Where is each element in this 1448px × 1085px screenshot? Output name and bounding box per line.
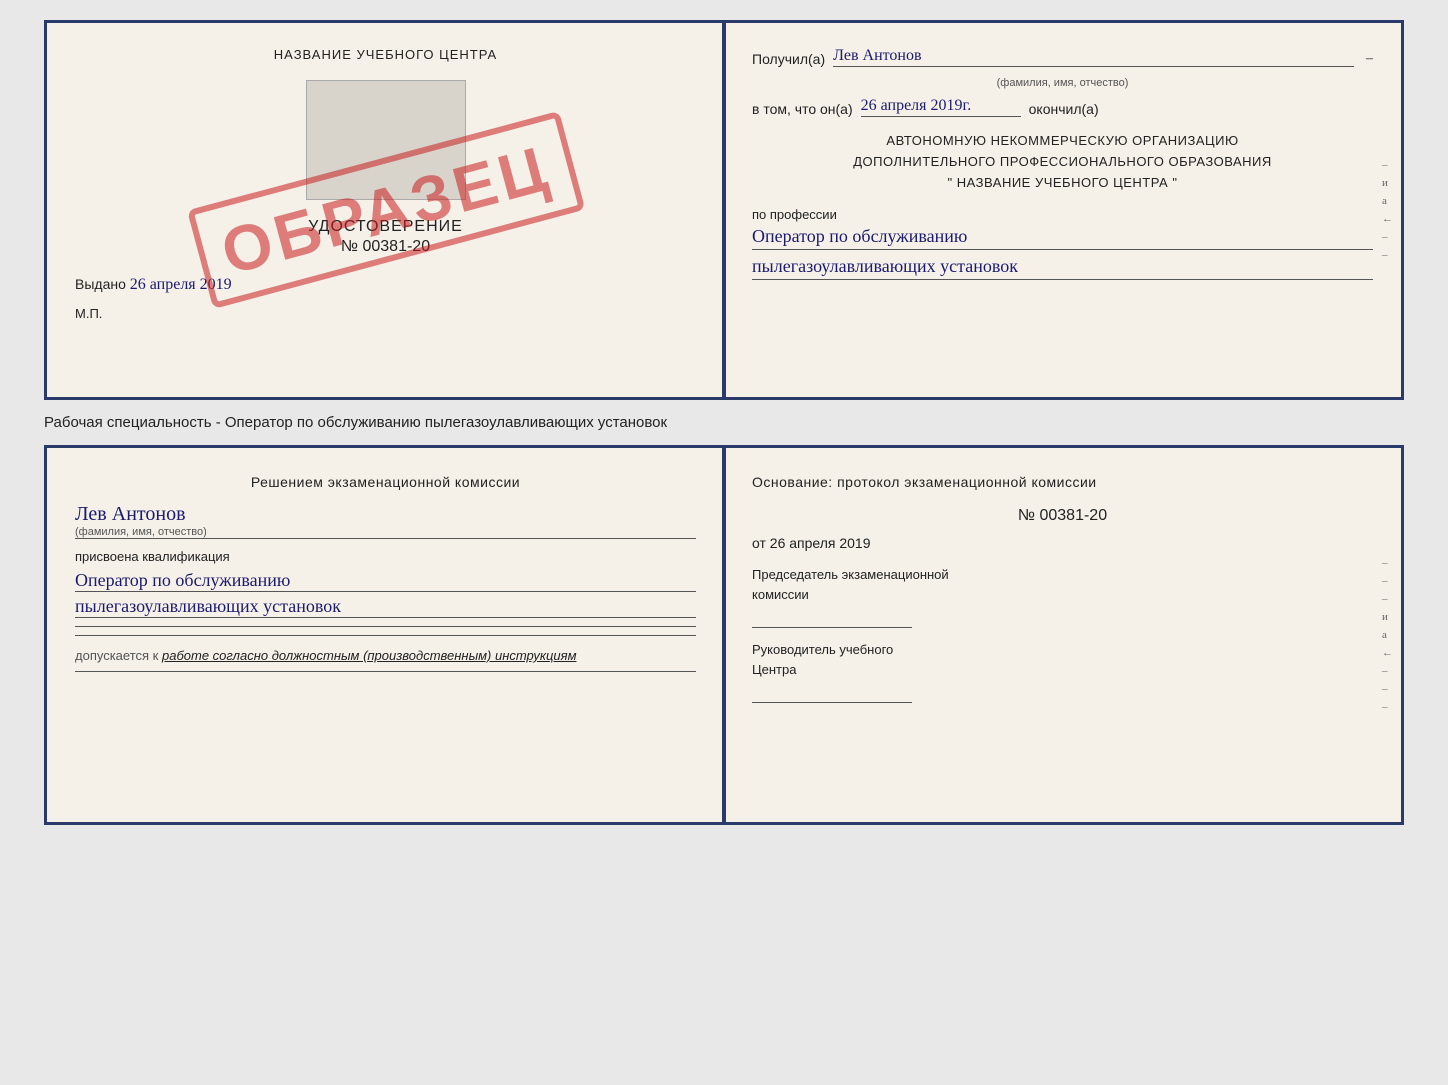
- org-line3: " НАЗВАНИЕ УЧЕБНОГО ЦЕНТРА ": [752, 173, 1373, 194]
- right-edge-marks: – и а ← – –: [1382, 159, 1393, 261]
- specialty-label: Рабочая специальность - Оператор по обсл…: [44, 412, 1404, 433]
- photo-placeholder: [306, 80, 466, 200]
- poluchil-value: Лев Антонов: [833, 47, 1354, 67]
- rukov-line2: Центра: [752, 662, 796, 677]
- udost-label: УДОСТОВЕРЕНИЕ: [75, 218, 696, 236]
- po-professii-label: по профессии: [752, 207, 1373, 222]
- org-block: АВТОНОМНУЮ НЕКОММЕРЧЕСКУЮ ОРГАНИЗАЦИЮ ДО…: [752, 131, 1373, 193]
- rukov-label: Руководитель учебного Центра: [752, 640, 1373, 679]
- protocol-num: № 00381-20: [752, 507, 1373, 525]
- okonchill-label: окончил(а): [1029, 101, 1099, 117]
- osnov-label: Основание: протокол экзаменационной коми…: [752, 472, 1373, 493]
- cert-left-page: НАЗВАНИЕ УЧЕБНОГО ЦЕНТРА УДОСТОВЕРЕНИЕ №…: [47, 23, 724, 397]
- qual-separator-1: [75, 626, 696, 627]
- dopusk-line: допускается к работе согласно должностны…: [75, 648, 696, 663]
- document-container: НАЗВАНИЕ УЧЕБНОГО ЦЕНТРА УДОСТОВЕРЕНИЕ №…: [44, 20, 1404, 825]
- date-prefix: от: [752, 535, 766, 551]
- prisvoyena-label: присвоена квалификация: [75, 549, 696, 564]
- qual-separator-2: [75, 635, 696, 636]
- org-line2: ДОПОЛНИТЕЛЬНОГО ПРОФЕССИОНАЛЬНОГО ОБРАЗО…: [752, 152, 1373, 173]
- vtom-value: 26 апреля 2019г.: [861, 97, 1021, 117]
- udost-number: № 00381-20: [75, 238, 696, 256]
- qual-left-page: Решением экзаменационной комиссии Лев Ан…: [47, 448, 724, 822]
- qual-qual-line1: Оператор по обслуживанию: [75, 570, 696, 592]
- poluchil-sub: (фамилия, имя, отчество): [752, 77, 1373, 89]
- qual-right-page: Основание: протокол экзаменационной коми…: [724, 448, 1401, 822]
- vydano-date: 26 апреля 2019: [130, 276, 232, 293]
- qual-name-sub: (фамилия, имя, отчество): [75, 526, 696, 539]
- vtom-line: в том, что он(а) 26 апреля 2019г. окончи…: [752, 97, 1373, 117]
- qualification-book-bottom: Решением экзаменационной комиссии Лев Ан…: [44, 445, 1404, 825]
- certificate-book-top: НАЗВАНИЕ УЧЕБНОГО ЦЕНТРА УДОСТОВЕРЕНИЕ №…: [44, 20, 1404, 400]
- rukov-line1: Руководитель учебного: [752, 642, 893, 657]
- profession-line2: пылегазоулавливающих установок: [752, 256, 1373, 280]
- rukov-signature-line: [752, 683, 912, 703]
- date-value: 26 апреля 2019: [770, 535, 871, 551]
- dopusk-value: работе согласно должностным (производств…: [162, 648, 577, 663]
- dash1: –: [1366, 51, 1373, 67]
- qual-name: Лев Антонов: [75, 503, 696, 526]
- org-line1: АВТОНОМНУЮ НЕКОММЕРЧЕСКУЮ ОРГАНИЗАЦИЮ: [752, 131, 1373, 152]
- vydano-line: Выдано 26 апреля 2019: [75, 276, 696, 294]
- qual-date: от 26 апреля 2019: [752, 535, 1373, 551]
- predsedatel-signature-line: [752, 608, 912, 628]
- profession-line1: Оператор по обслуживанию: [752, 226, 1373, 250]
- poluchil-label: Получил(а): [752, 51, 825, 67]
- vydano-label: Выдано: [75, 276, 126, 292]
- predsedatel-line2: комиссии: [752, 587, 809, 602]
- poluchil-line: Получил(а) Лев Антонов –: [752, 47, 1373, 67]
- qual-right-edge-marks: – – – и а ← – – –: [1382, 557, 1393, 713]
- mp-label: М.П.: [75, 306, 696, 321]
- qual-separator-3: [75, 671, 696, 672]
- dopusk-label: допускается к: [75, 648, 158, 663]
- qual-qual-line2: пылегазоулавливающих установок: [75, 596, 696, 618]
- resheniem-title: Решением экзаменационной комиссии: [75, 472, 696, 493]
- cert-right-page: Получил(а) Лев Антонов – (фамилия, имя, …: [724, 23, 1401, 397]
- vtom-label: в том, что он(а): [752, 101, 853, 117]
- predsedatel-label: Председатель экзаменационной комиссии: [752, 565, 1373, 604]
- predsedatel-line1: Председатель экзаменационной: [752, 567, 949, 582]
- school-name-top: НАЗВАНИЕ УЧЕБНОГО ЦЕНТРА: [75, 47, 696, 62]
